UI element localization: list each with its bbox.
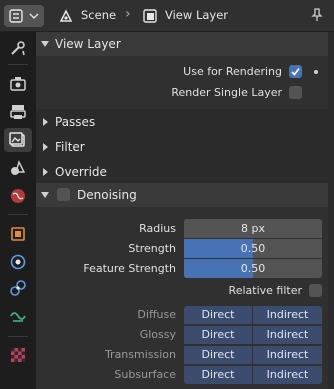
- expanded-triangle-icon: [41, 192, 49, 198]
- tab-divider: [8, 214, 28, 215]
- scene-icon: [59, 9, 73, 22]
- collapsed-triangle-icon: [43, 118, 48, 126]
- collapsed-triangle-icon: [43, 143, 48, 151]
- view-layer-panel-body: Use for Rendering Render Single Layer: [36, 56, 334, 109]
- tab-tool[interactable]: [4, 36, 32, 60]
- data-icon: [10, 312, 26, 322]
- physics-icon: [10, 254, 26, 270]
- glossy-indirect-toggle[interactable]: Indirect: [253, 326, 322, 344]
- texture-icon: [11, 348, 25, 362]
- diffuse-direct-toggle[interactable]: Direct: [184, 306, 252, 324]
- animate-property-dot-icon[interactable]: [314, 70, 318, 74]
- checkmark-icon: [291, 68, 300, 76]
- properties-area: View Layer Use for Rendering Render Sing…: [36, 32, 334, 389]
- properties-header: Scene › View Layer: [0, 0, 334, 32]
- constraints-icon: [10, 280, 26, 296]
- view-layer-panel-title: View Layer: [55, 37, 121, 51]
- render-single-layer-label: Render Single Layer: [171, 86, 282, 99]
- feature-strength-label: Feature Strength: [83, 262, 176, 275]
- transmission-direct-toggle[interactable]: Direct: [184, 346, 252, 364]
- view-layer-icon: [143, 9, 157, 23]
- denoising-enable-checkbox[interactable]: [57, 188, 70, 201]
- pin-icon[interactable]: [310, 7, 324, 23]
- override-panel-title: Override: [55, 165, 107, 179]
- radius-value: 8 px: [241, 222, 265, 235]
- chevron-down-icon: [29, 13, 39, 19]
- breadcrumb-view-layer[interactable]: View Layer: [165, 8, 228, 22]
- view-layer-icon: [9, 132, 25, 147]
- tab-data[interactable]: [4, 304, 32, 328]
- strength-value: 0.50: [240, 242, 266, 255]
- use-for-rendering-label: Use for Rendering: [183, 65, 282, 78]
- tab-divider: [8, 336, 28, 337]
- denoising-panel-body: Radius 8 px Strength 0.50 Feature Streng…: [36, 207, 334, 389]
- collapsed-triangle-icon: [43, 168, 48, 176]
- passes-panel-header[interactable]: Passes: [36, 110, 334, 134]
- output-icon: [10, 105, 26, 119]
- render-single-layer-checkbox[interactable]: [289, 86, 302, 99]
- properties-tab-sidebar: [0, 32, 36, 389]
- tab-render[interactable]: [4, 72, 32, 96]
- tab-divider: [8, 64, 28, 65]
- feature-strength-slider[interactable]: 0.50: [184, 259, 322, 278]
- subsurface-label: Subsurface: [114, 368, 176, 381]
- tab-constraints[interactable]: [4, 276, 32, 300]
- transmission-label: Transmission: [104, 348, 176, 361]
- subsurface-indirect-toggle[interactable]: Indirect: [253, 366, 322, 384]
- filter-panel-header[interactable]: Filter: [36, 135, 334, 159]
- scrollbar[interactable]: [328, 32, 334, 389]
- denoising-panel-header[interactable]: Denoising: [36, 183, 334, 207]
- scene-icon: [11, 160, 26, 175]
- tab-world[interactable]: [4, 184, 32, 208]
- tab-object[interactable]: [4, 222, 32, 246]
- strength-label: Strength: [128, 242, 176, 255]
- radius-label: Radius: [139, 222, 176, 235]
- relative-filter-checkbox[interactable]: [309, 284, 322, 297]
- subsurface-direct-toggle[interactable]: Direct: [184, 366, 252, 384]
- tab-scene[interactable]: [4, 156, 32, 180]
- tool-icon: [11, 41, 25, 56]
- glossy-label: Glossy: [139, 328, 176, 341]
- relative-filter-label: Relative filter: [228, 284, 302, 297]
- passes-panel-title: Passes: [55, 115, 96, 129]
- breadcrumb-separator-icon: ›: [125, 6, 131, 22]
- properties-editor-icon: [9, 9, 23, 23]
- object-icon: [11, 227, 25, 241]
- denoising-panel-title: Denoising: [77, 188, 137, 202]
- world-icon: [11, 189, 25, 203]
- transmission-indirect-toggle[interactable]: Indirect: [253, 346, 322, 364]
- strength-slider[interactable]: 0.50: [184, 239, 322, 258]
- diffuse-label: Diffuse: [137, 308, 176, 321]
- breadcrumb-scene[interactable]: Scene: [81, 8, 116, 22]
- tab-view-layer[interactable]: [4, 128, 32, 152]
- tab-output[interactable]: [4, 100, 32, 124]
- use-for-rendering-checkbox[interactable]: [289, 65, 302, 78]
- glossy-direct-toggle[interactable]: Direct: [184, 326, 252, 344]
- tab-physics[interactable]: [4, 250, 32, 274]
- radius-field[interactable]: 8 px: [184, 219, 322, 238]
- override-panel-header[interactable]: Override: [36, 160, 334, 184]
- render-icon: [10, 77, 26, 91]
- view-layer-panel-header[interactable]: View Layer: [36, 32, 334, 56]
- editor-type-button[interactable]: [4, 5, 44, 27]
- feature-strength-value: 0.50: [240, 262, 266, 275]
- expanded-triangle-icon: [41, 41, 49, 47]
- tab-texture[interactable]: [4, 343, 32, 367]
- diffuse-indirect-toggle[interactable]: Indirect: [253, 306, 322, 324]
- filter-panel-title: Filter: [55, 140, 85, 154]
